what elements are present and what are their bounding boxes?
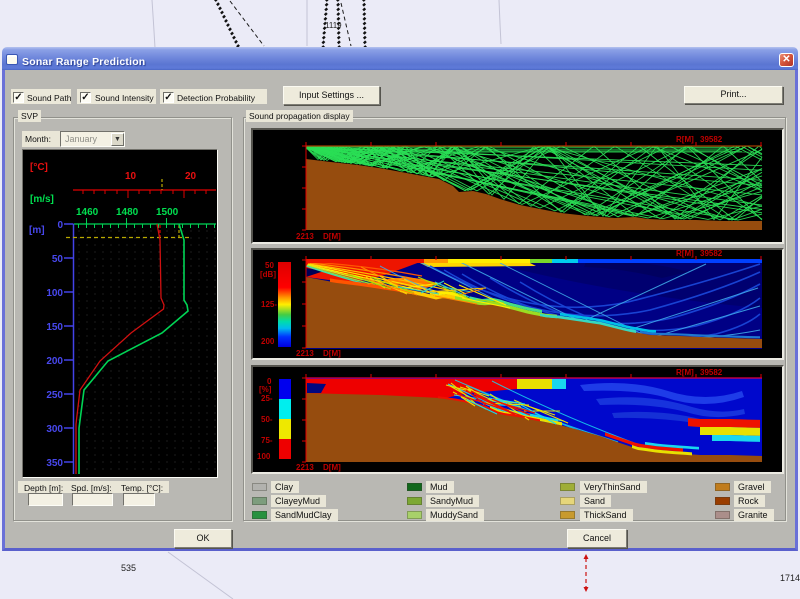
svg-text:250: 250 (46, 390, 63, 401)
svg-text:[dB]: [dB] (260, 270, 276, 279)
svg-text:125-: 125- (261, 300, 277, 309)
svg-text:D[M]: D[M] (323, 232, 341, 241)
svg-text:D[M]: D[M] (323, 349, 341, 358)
svg-text:1480: 1480 (116, 207, 139, 218)
svg-text:D[M]: D[M] (323, 463, 341, 472)
svg-text:75-: 75- (261, 436, 273, 445)
svg-text:39582: 39582 (700, 368, 723, 377)
svg-text:[°C]: [°C] (30, 162, 48, 173)
svg-text:150: 150 (46, 322, 63, 333)
svg-text:100: 100 (257, 452, 271, 461)
svg-text:100: 100 (46, 288, 63, 299)
svg-text:2213: 2213 (296, 232, 314, 241)
svg-text:0: 0 (57, 220, 63, 231)
svg-text:[m]: [m] (29, 225, 45, 236)
svg-text:1460: 1460 (76, 207, 99, 218)
svg-text:R[M]: R[M] (676, 250, 694, 258)
svg-text:39582: 39582 (700, 135, 723, 144)
svg-text:50: 50 (52, 254, 64, 265)
svg-text:10: 10 (125, 171, 137, 182)
svg-text:25-: 25- (261, 394, 273, 403)
svg-text:1714: 1714 (780, 573, 800, 583)
svg-text:2213: 2213 (296, 463, 314, 472)
svg-text:50-: 50- (261, 415, 273, 424)
svg-text:350: 350 (46, 458, 63, 469)
svg-text:535: 535 (121, 563, 136, 573)
svg-text:50: 50 (265, 261, 274, 270)
svg-text:R[M]: R[M] (676, 368, 694, 377)
svg-text:1500: 1500 (156, 207, 179, 218)
svg-text:[%]: [%] (259, 385, 272, 394)
svg-text:300: 300 (46, 424, 63, 435)
svg-text:200: 200 (261, 337, 275, 346)
svg-text:2213: 2213 (296, 349, 314, 358)
svg-text:200: 200 (46, 356, 63, 367)
svg-text:[m/s]: [m/s] (30, 194, 54, 205)
svg-text:1119: 1119 (325, 21, 342, 30)
svg-text:R[M]: R[M] (676, 135, 694, 144)
svg-text:20: 20 (185, 171, 197, 182)
svg-text:39582: 39582 (700, 250, 723, 258)
